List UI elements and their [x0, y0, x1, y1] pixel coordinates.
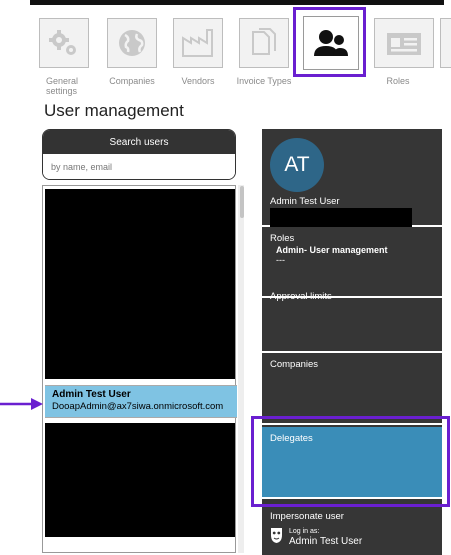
impersonate-section[interactable]: Impersonate user Log in as: Admin Test U…	[262, 505, 442, 555]
role-item: Admin- User management	[276, 245, 388, 255]
role-sub: ---	[276, 255, 285, 265]
tab-invoice-types[interactable]	[239, 18, 289, 68]
redacted-users-bottom	[45, 423, 235, 537]
user-list[interactable]: Admin Test User DooapAdmin@ax7siwa.onmic…	[42, 185, 237, 553]
companies-title: Companies	[270, 359, 319, 370]
profile-user-name: Admin Test User	[270, 196, 340, 207]
arrow-icon	[0, 398, 43, 410]
search-header: Search users	[43, 130, 235, 154]
id-card-icon	[384, 28, 424, 58]
search-panel: Search users	[42, 129, 236, 180]
users-icon	[311, 26, 351, 60]
redacted-email	[270, 208, 412, 227]
tab-users[interactable]	[303, 16, 359, 70]
list-scrollbar-track[interactable]	[238, 185, 244, 553]
profile-section: AT Admin Test User	[262, 129, 442, 227]
approval-limits-section[interactable]: Approval limits	[262, 285, 442, 353]
factory-icon	[180, 26, 216, 60]
delegates-title: Delegates	[270, 433, 313, 444]
tab-vendors[interactable]	[173, 18, 223, 68]
top-bar	[30, 0, 444, 5]
impersonate-title: Impersonate user	[270, 511, 344, 522]
tab-more[interactable]	[440, 18, 451, 68]
tab-label-companies: Companies	[109, 76, 155, 86]
log-in-as-label: Log in as:	[289, 527, 320, 535]
user-details-panel: AT Admin Test User Roles Admin- User man…	[262, 129, 442, 555]
impersonate-login-row[interactable]: Log in as: Admin Test User	[270, 526, 434, 549]
tab-label-invoice-types: Invoice Types	[236, 76, 292, 86]
user-item-name: Admin Test User	[52, 389, 131, 400]
globe-icon	[115, 26, 149, 60]
list-item-selected-user[interactable]: Admin Test User DooapAdmin@ax7siwa.onmic…	[45, 385, 237, 418]
roles-title: Roles	[270, 233, 295, 244]
tab-companies[interactable]	[107, 18, 157, 68]
tab-roles[interactable]	[374, 18, 434, 68]
tab-label-vendors: Vendors	[181, 76, 215, 86]
avatar: AT	[270, 138, 324, 192]
impersonate-user-name: Admin Test User	[289, 535, 363, 547]
approval-limits-title: Approval limits	[270, 291, 332, 302]
documents-icon	[247, 26, 281, 60]
tab-general-settings[interactable]	[39, 18, 89, 68]
search-input[interactable]	[43, 154, 235, 179]
mask-icon	[270, 526, 289, 549]
redacted-users-top	[45, 189, 235, 379]
settings-tab-row: General settings Companies Vendors Invoi…	[30, 10, 451, 106]
companies-section[interactable]: Companies	[262, 353, 442, 425]
list-scrollbar-thumb[interactable]	[240, 186, 244, 218]
user-item-email: DooapAdmin@ax7siwa.onmicrosoft.com	[52, 401, 224, 412]
delegates-section[interactable]: Delegates	[262, 427, 442, 499]
gears-icon	[47, 26, 81, 60]
tab-label-roles: Roles	[386, 76, 410, 86]
tab-label-general-settings: General settings	[46, 76, 79, 96]
page-title: User management	[44, 101, 184, 120]
